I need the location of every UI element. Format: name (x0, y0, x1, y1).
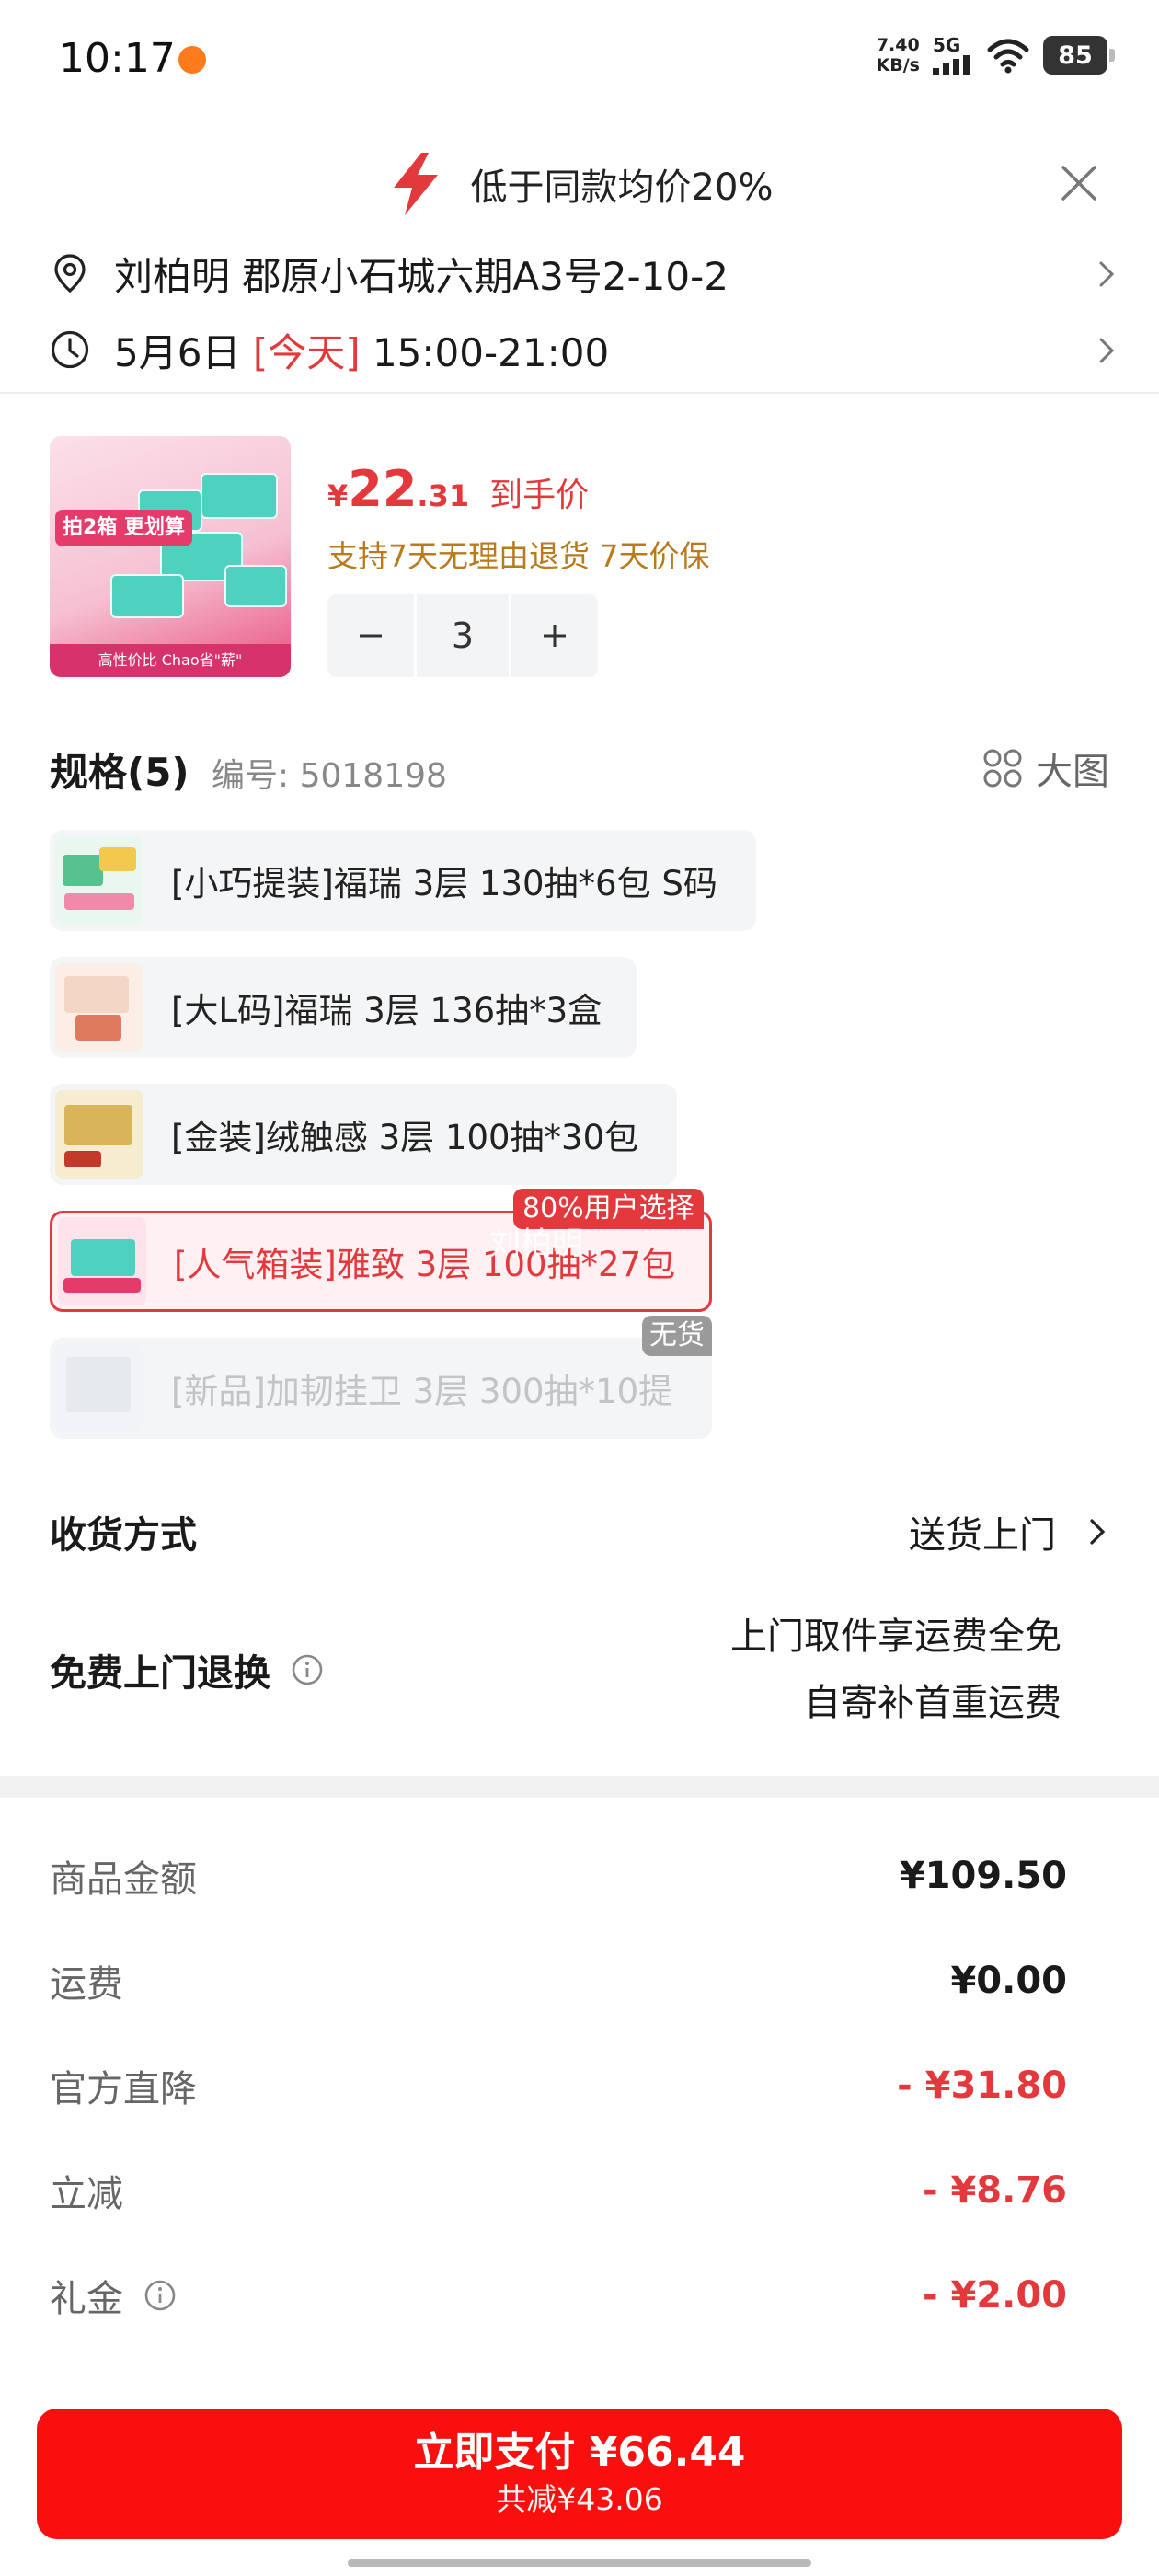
pay-now-label: 立即支付 ¥66.44 (413, 2429, 746, 2476)
wifi-icon (987, 39, 1029, 74)
shipping-method-value: 送货上门 (909, 1505, 1107, 1558)
fee-row-goods: 商品金额 ¥109.50 (50, 1844, 1067, 1908)
fee-row-official-discount: 官方直降 - ¥31.80 (50, 2053, 1067, 2118)
price-label: 到手价 (489, 477, 590, 514)
shipping-method-label: 收货方式 (50, 1514, 197, 1557)
fee-value: - ¥8.76 (922, 2169, 1067, 2212)
free-return-label-wrap: 免费上门退换 (50, 1643, 324, 1696)
decrease-quantity-button[interactable] (327, 594, 414, 677)
fee-label: 运费 (50, 1963, 123, 2006)
chevron-right-icon (1099, 261, 1115, 287)
fee-label-wrap: 礼金 (50, 2269, 177, 2322)
free-return-value: 上门取件享运费全免 自寄补首重运费 (730, 1604, 1061, 1736)
product-image[interactable]: 拍2箱 更划算 高性价比 Chao省"薪" (50, 436, 291, 677)
info-icon[interactable] (143, 2279, 177, 2312)
price-promo-banner: 低于同款均价20% (0, 138, 1159, 230)
fee-row-shipping: 运费 ¥0.00 (50, 1949, 1067, 2013)
net-speed-unit: KB/s (876, 55, 920, 75)
net-speed-value: 7.40 (876, 35, 920, 55)
today-tag: [今天] (252, 329, 361, 375)
spec-title: 规格(5) (50, 750, 189, 795)
shipping-method-text: 送货上门 (909, 1514, 1056, 1557)
shipping-method-row[interactable]: 收货方式 送货上门 (50, 1500, 1107, 1564)
info-icon[interactable] (291, 1653, 324, 1686)
delivery-date: 5月6日 (114, 329, 241, 375)
free-return-label: 免费上门退换 (50, 1652, 270, 1695)
spec-thumbnail (55, 1344, 143, 1432)
price-decimal: .31 (417, 478, 470, 513)
address-text: 刘柏明 郡原小石城六期A3号2-10-2 (114, 253, 729, 299)
fee-value: - ¥2.00 (922, 2274, 1067, 2317)
spec-option-label: [新品]加韧挂卫 3层 300抽*10提 (171, 1372, 673, 1411)
free-return-line1: 上门取件享运费全免 (730, 1616, 1061, 1658)
battery-icon: 85 (1043, 36, 1115, 75)
pay-now-button[interactable]: 立即支付 ¥66.44 共减¥43.06 (37, 2409, 1122, 2539)
free-return-line2: 自寄补首重运费 (804, 1682, 1061, 1724)
fee-label: 商品金额 (50, 1858, 197, 1901)
address-row[interactable]: 刘柏明 郡原小石城六期A3号2-10-2 (50, 241, 1117, 305)
clock-icon (51, 330, 89, 369)
plus-icon (544, 625, 566, 647)
spec-option[interactable]: [小巧提装]福瑞 3层 130抽*6包 S码 (50, 830, 756, 931)
out-of-stock-badge: 无货 (642, 1316, 712, 1356)
free-return-row: 免费上门退换 上门取件享运费全免 自寄补首重运费 (50, 1601, 1107, 1739)
return-guarantee: 支持7天无理由退货 7天价保 (327, 538, 710, 574)
grid-icon (983, 749, 1022, 788)
price-symbol: ¥ (327, 478, 349, 513)
fee-value: ¥109.50 (899, 1855, 1067, 1897)
promo-text: 低于同款均价20% (470, 167, 774, 209)
delivery-time-row[interactable]: 5月6日 [今天] 15:00-21:00 (50, 317, 1117, 382)
section-divider (0, 1776, 1159, 1798)
close-icon[interactable] (1058, 162, 1100, 204)
spec-thumbnail (58, 1217, 146, 1305)
delivery-window: 15:00-21:00 (372, 329, 610, 375)
product-image-footer: 高性价比 Chao省"薪" (50, 644, 291, 677)
fee-label: 官方直降 (50, 2068, 197, 2110)
network-label: 5G (933, 34, 961, 56)
delivery-time-text: 5月6日 [今天] 15:00-21:00 (114, 322, 609, 378)
spec-thumbnail (55, 836, 143, 925)
fee-row-instant-discount: 立减 - ¥8.76 (50, 2158, 1067, 2223)
fee-label: 礼金 (50, 2278, 123, 2320)
fee-label: 立减 (50, 2173, 123, 2215)
fee-value: - ¥31.80 (897, 2064, 1067, 2107)
spec-thumbnail (55, 1090, 143, 1179)
home-indicator[interactable] (348, 2559, 811, 2567)
increase-quantity-button[interactable] (511, 594, 598, 677)
spec-thumbnail (55, 963, 143, 1052)
net-speed: 7.40 KB/s (877, 35, 920, 75)
status-indicators: 7.40 KB/s 5G 85 (877, 35, 1115, 75)
spec-option-label: [大L码]福瑞 3层 136抽*3盒 (171, 991, 602, 1030)
price-line: ¥ 22 .31 到手价 (327, 460, 589, 518)
product-image-tag: 拍2箱 更划算 (55, 510, 192, 546)
spec-option[interactable]: [大L码]福瑞 3层 136抽*3盒 (50, 957, 637, 1058)
network-type: 5G (933, 35, 973, 75)
notification-dot-icon (178, 46, 206, 74)
watermark: 刘柏明 (489, 1225, 583, 1262)
quantity-value[interactable]: 3 (417, 594, 509, 677)
status-bar: 10:17 7.40 KB/s 5G 85 (0, 0, 1159, 120)
lightning-bolt-icon (393, 153, 438, 215)
spec-option-label: [小巧提装]福瑞 3层 130抽*6包 S码 (171, 864, 717, 903)
spec-option-label: [金装]绒触感 3层 100抽*30包 (171, 1118, 639, 1157)
divider (0, 392, 1159, 394)
fee-value: ¥0.00 (950, 1960, 1067, 2002)
spec-option-disabled: [新品]加韧挂卫 3层 300抽*10提 (50, 1338, 712, 1439)
quantity-stepper: 3 (327, 594, 598, 677)
fee-row-gift-credit: 礼金 - ¥2.00 (50, 2263, 1067, 2328)
minus-icon (360, 634, 382, 638)
signal-icon (933, 55, 970, 75)
spec-option-label: [人气箱装]雅致 3层 100抽*27包 (174, 1245, 676, 1284)
chevron-right-icon (1090, 1519, 1106, 1545)
price-integer: 22 (348, 460, 418, 518)
spec-option[interactable]: [金装]绒触感 3层 100抽*30包 (50, 1084, 677, 1185)
chevron-right-icon (1099, 338, 1115, 363)
location-pin-icon (54, 254, 86, 293)
big-image-label: 大图 (1036, 751, 1109, 793)
total-saving-label: 共减¥43.06 (496, 2481, 663, 2517)
spec-code: 编号: 5018198 (212, 757, 447, 795)
status-time: 10:17 (59, 35, 176, 82)
big-image-toggle[interactable]: 大图 (982, 742, 1109, 795)
